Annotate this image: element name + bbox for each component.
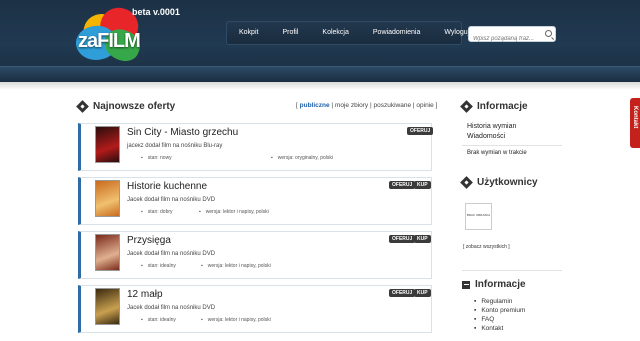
oferuj-button[interactable]: OFERUJ [389, 235, 416, 243]
nav-profil[interactable]: Profil [270, 22, 310, 44]
movie-cover[interactable] [95, 126, 120, 163]
latest-offers-title: Najnowsze oferty [93, 101, 176, 112]
offer-title[interactable]: Historie kuchenne [127, 181, 207, 192]
faq-link[interactable]: FAQ [474, 315, 525, 324]
filter-moje-zbiory[interactable]: moje zbiory [335, 102, 368, 109]
offer-version: wersja: lektor i napisy, polski [199, 209, 269, 215]
offer-description: Jacek dodał film na nośniku DVD [127, 251, 216, 257]
premium-link[interactable]: Konto premium [474, 306, 525, 315]
contact-link[interactable]: Kontakt [474, 324, 525, 333]
offer-version: wersja: oryginalny, polski [271, 155, 333, 161]
movie-cover[interactable] [95, 180, 120, 217]
info-title: Informacje [477, 101, 528, 112]
movie-cover[interactable] [95, 234, 120, 271]
header-shadow [0, 82, 640, 90]
filter-publiczne[interactable]: publiczne [300, 102, 330, 109]
kup-button[interactable]: KUP [414, 181, 431, 189]
filters-separator: | [412, 102, 415, 109]
messages-link[interactable]: Wiadomości [467, 133, 505, 140]
trade-history-link[interactable]: Historia wymian [467, 123, 516, 130]
filters-separator: | [331, 102, 334, 109]
regulamin-link[interactable]: Regulamin [474, 297, 525, 306]
offer-card[interactable]: 12 małp Jacek dodał film na nośniku DVD … [78, 285, 432, 333]
offer-version: wersja: lektor i napisy, polski [201, 263, 271, 269]
users-heading: Użytkownicy [460, 176, 538, 189]
offer-description: Jacek dodał film na nośniku DVD [127, 305, 216, 311]
main-nav: Kokpit Profil Kolekcja Powiadomienia Wyl… [226, 21, 469, 45]
offer-filters: [ publiczne | moje zbiory | poszukiwane … [296, 102, 437, 109]
offer-card[interactable]: Przysięga Jacek dodał film na nośniku DV… [78, 231, 432, 279]
oferuj-button[interactable]: OFERUJ [407, 127, 434, 135]
beta-version: beta v.0001 [132, 7, 180, 17]
diamond-icon [460, 100, 473, 113]
kontakt-tab-label: Kontakt [632, 106, 638, 129]
offer-card[interactable]: Sin City - Miasto grzechu jaceкz dodał f… [78, 123, 434, 171]
movie-cover[interactable] [95, 288, 120, 325]
info-list: Regulamin Konto premium FAQ Kontakt [474, 297, 525, 333]
offer-condition: stan: idealny [141, 317, 176, 323]
filter-opinie[interactable]: opinie [416, 102, 433, 109]
diamond-icon [76, 100, 89, 113]
users-title: Użytkownicy [477, 177, 538, 188]
sidebar-divider [462, 145, 562, 146]
info-heading: Informacje [460, 100, 528, 113]
search-input[interactable] [469, 32, 541, 46]
kup-button[interactable]: KUP [414, 235, 431, 243]
offer-card[interactable]: Historie kuchenne Jacek dodał film na no… [78, 177, 432, 225]
offer-condition: stan: idealny [141, 263, 176, 269]
search-icon[interactable] [545, 30, 552, 37]
kup-button[interactable]: KUP [414, 289, 431, 297]
offer-description: Jacek dodał film na nośniku DVD [127, 197, 216, 203]
offer-condition: stan: dobry [141, 209, 173, 215]
diamond-icon [460, 176, 473, 189]
nav-kokpit[interactable]: Kokpit [227, 22, 270, 44]
latest-offers-heading: Najnowsze oferty [76, 100, 176, 113]
collapse-icon[interactable] [462, 280, 470, 289]
filter-poszukiwane[interactable]: poszukiwane [374, 102, 412, 109]
logo-text: zaFILM [78, 30, 141, 52]
header-band [0, 66, 640, 82]
info2-heading: Informacje [462, 279, 526, 290]
sidebar-divider [462, 270, 562, 271]
kontakt-tab[interactable]: Kontakt [630, 98, 640, 148]
offer-version: wersja: lektor i napisy, polski [201, 317, 271, 323]
oferuj-button[interactable]: OFERUJ [389, 289, 416, 297]
offer-condition: stan: nowy [141, 155, 172, 161]
nav-kolekcja[interactable]: Kolekcja [310, 22, 360, 44]
filters-bracket-close: ] [435, 102, 438, 109]
info2-title: Informacje [475, 279, 526, 290]
offer-title[interactable]: 12 małp [127, 289, 163, 300]
oferuj-button[interactable]: OFERUJ [389, 181, 416, 189]
nav-powiadomienia[interactable]: Powiadomienia [361, 22, 432, 44]
filters-separator: | [369, 102, 372, 109]
user-avatar[interactable]: BRAK OBRAZKA [465, 203, 492, 230]
offer-description: jaceкz dodał film na nośniku Blu-ray [127, 143, 223, 149]
see-all-users-link[interactable]: [ zobacz wszystkich ] [463, 244, 510, 250]
offer-title[interactable]: Przysięga [127, 235, 171, 246]
filters-bracket-open: [ [296, 102, 298, 109]
offer-title[interactable]: Sin City - Miasto grzechu [127, 127, 238, 138]
no-trades-text: Brak wymian w trakcie [467, 150, 527, 156]
search-box [468, 26, 556, 46]
